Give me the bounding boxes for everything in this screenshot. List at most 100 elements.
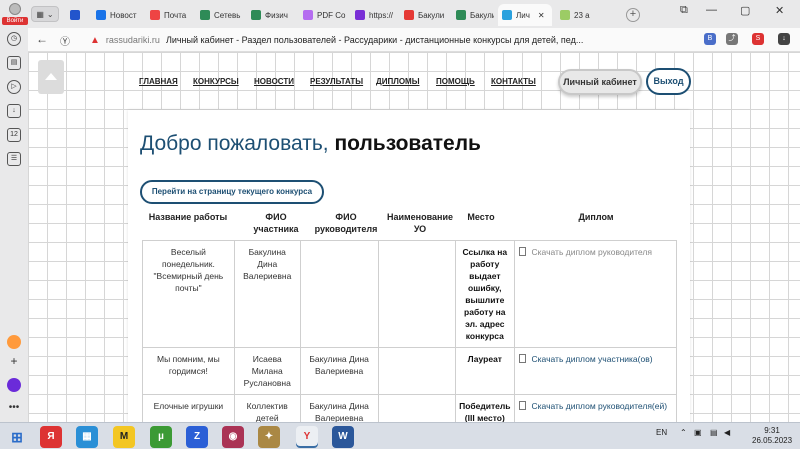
maximize-button[interactable]: ▢ [740,4,750,17]
cell-org [377,240,457,348]
nav-link-diplomas[interactable]: ДИПЛОМЫ [376,77,420,86]
scroll-up-button[interactable] [38,60,64,94]
download-diploma-link[interactable]: Скачать диплом руководителя [532,247,652,257]
document-icon [518,401,526,410]
tab-label: Новост [110,10,137,20]
browser-tab[interactable]: Бакули [452,4,494,26]
browser-tab[interactable]: Бакули [400,4,448,26]
notes-icon[interactable]: ☰ [7,152,21,166]
current-contest-button[interactable]: Перейти на страницу текущего конкурса [140,180,324,204]
nav-link-contacts[interactable]: КОНТАКТЫ [491,77,536,86]
market-icon[interactable]: M [113,426,135,448]
tab-label: Бакули [470,10,494,20]
minimize-button[interactable]: — [706,4,717,16]
browser-tab[interactable]: Новост [92,4,142,26]
extension-icon[interactable]: S [752,33,764,45]
cell-work: Елочные игрушки [142,394,235,422]
browser-tab[interactable]: Лич ✕ [498,4,552,26]
tab-favicon-icon [200,10,210,20]
cell-participant: Исаева Милана Руслановна [233,347,301,395]
tab-favicon-icon [303,10,313,20]
header-diploma: Диплом [578,212,614,222]
yandex-browser-icon[interactable]: Y [296,426,318,448]
cell-supervisor: Бакулина Дина Валериевна [299,347,379,395]
url-page-title: Личный кабинет - Раздел пользователей - … [165,35,584,45]
download-diploma-link[interactable]: Скачать диплом руководителя(ей) [532,401,668,411]
url-field[interactable]: ▲ rassudariki.ru Личный кабинет - Раздел… [90,31,590,49]
tab-favicon-icon [355,10,365,20]
volume-icon[interactable]: ◀ [724,428,730,437]
clock-time: 9:31 [764,426,780,435]
cell-supervisor [299,240,379,348]
tray-chevron-icon[interactable]: ⌃ [680,428,687,437]
language-indicator[interactable]: EN [656,428,667,437]
nav-link-contests[interactable]: КОНКУРСЫ [193,77,239,86]
alice-icon[interactable] [7,378,21,392]
downloads-icon[interactable]: ↓ [778,33,790,45]
tray-app-icon[interactable]: ▣ [694,428,702,437]
address-bar: ← Ⓨ ▲ rassudariki.ru Личный кабинет - Ра… [28,28,800,52]
cell-work: Веселый понедельник. "Всемирный день поч… [142,240,235,348]
nav-link-results[interactable]: РЕЗУЛЬТАТЫ [310,77,363,86]
explorer-icon[interactable]: ▦ [76,426,98,448]
tab-label: Сетевь [214,10,241,20]
browser-tab[interactable]: PDF Co [299,4,347,26]
back-button[interactable]: ← [36,32,48,46]
taskbar: ⊞ Я ▦ M µ Z ◉ ✦ Y W EN ⌃ ▣ ▤ ◀ 9:31 26.0… [0,422,800,449]
tab-overview-button[interactable]: ▦ ⌄ [31,6,59,22]
more-icon[interactable]: ••• [7,402,21,416]
browser-tab[interactable]: Почта [146,4,192,26]
header-supervisor: ФИО руководителя [314,212,378,234]
nav-link-help[interactable]: ПОМОЩЬ [436,77,475,86]
browser-tab[interactable] [66,4,88,26]
collections-icon[interactable]: ▤ [7,56,21,70]
nav-link-news[interactable]: НОВОСТИ [254,77,294,86]
yandex-app-icon[interactable]: Я [40,426,62,448]
cell-place: Ссылка на работу выдает ошибку, вышлите … [455,240,515,348]
tab-label: https:// [369,10,394,20]
tab-label: Физич [265,10,288,20]
personal-cabinet-button[interactable]: Личный кабинет [558,69,642,95]
share-icon[interactable]: ⤴ [726,33,738,45]
browser-sidebar: ◷ ▤ ▷ ↓ 12 ☰ + ••• [0,28,28,422]
welcome-text: Добро пожаловать, [140,132,329,155]
close-window-button[interactable]: ✕ [775,4,784,17]
history-icon[interactable]: ◷ [7,32,21,46]
header-place: Место [467,212,495,222]
avatar-icon [9,3,21,15]
browser-tab[interactable]: https:// [351,4,396,26]
download-diploma-link[interactable]: Скачать диплом участника(ов) [532,354,653,364]
zoom-icon[interactable]: Z [186,426,208,448]
windows-start-icon[interactable]: ⊞ [4,426,30,448]
document-icon [518,354,526,363]
profile-button[interactable]: Войти [2,2,28,26]
cell-diploma: Скачать диплом участника(ов) [513,347,677,395]
play-icon[interactable]: ▷ [7,80,21,94]
username: пользователь [334,132,481,155]
downloads-icon[interactable]: ↓ [7,104,21,118]
browser-tab-strip: Войти ▦ ⌄ Новост Почта Сетевь Физич PDF Co htt… [0,0,800,28]
game-icon[interactable]: ✦ [258,426,280,448]
sidebar-app-icon[interactable] [7,335,21,349]
browser-tab[interactable]: Физич [247,4,295,26]
network-icon[interactable]: ▤ [710,428,718,437]
logout-button[interactable]: Выход [646,68,691,95]
add-icon[interactable]: + [7,355,21,370]
cell-participant: Бакулина Дина Валериевна [233,240,301,348]
extension-icon[interactable]: B [704,33,716,45]
bookmark-icon[interactable]: ⧉ [680,4,688,17]
calendar-icon[interactable]: 12 [7,128,21,142]
word-icon[interactable]: W [332,426,354,448]
results-table: Веселый понедельник. "Всемирный день поч… [142,240,677,422]
close-tab-icon[interactable]: ✕ [538,11,545,20]
nav-link-home[interactable]: ГЛАВНАЯ [139,77,178,86]
system-clock[interactable]: 9:31 26.05.2023 [752,426,792,446]
browser-tab[interactable]: 23 а [556,4,616,26]
new-tab-button[interactable]: + [626,8,640,22]
browser-tab[interactable]: Сетевь [196,4,244,26]
yandex-icon[interactable]: Ⓨ [60,33,70,48]
cell-participant: Коллектив детей [233,394,301,422]
eye-app-icon[interactable]: ◉ [222,426,244,448]
tab-label: PDF Co [317,10,346,20]
torrent-icon[interactable]: µ [150,426,172,448]
